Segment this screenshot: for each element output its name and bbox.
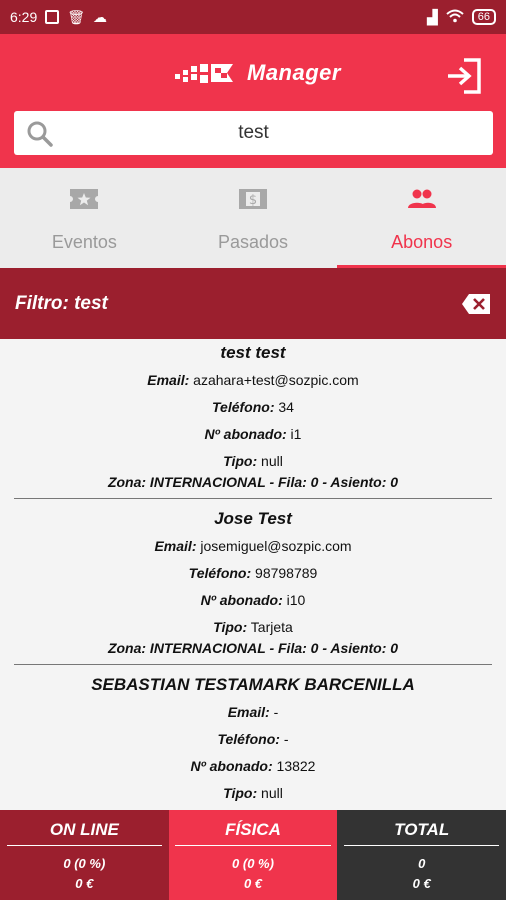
- telefono-value: -: [283, 731, 289, 747]
- list-item[interactable]: Jose Test Email: josemiguel@sozpic.com T…: [14, 499, 492, 665]
- tab-eventos[interactable]: Eventos: [0, 168, 169, 268]
- brand: Manager: [175, 60, 341, 86]
- subscriber-name: Jose Test: [214, 509, 292, 528]
- tab-pasados[interactable]: $ Pasados: [169, 168, 338, 268]
- logout-button[interactable]: [444, 56, 484, 96]
- filter-bar: Filtro: test: [0, 268, 506, 339]
- online-totals: ON LINE 0 (0 %) 0 €: [0, 810, 169, 900]
- subscriber-name: SEBASTIAN TESTAMARK BARCENILLA: [91, 675, 415, 694]
- app-title: Manager: [247, 60, 341, 85]
- svg-text:$: $: [249, 193, 257, 208]
- list-item[interactable]: SEBASTIAN TESTAMARK BARCENILLA Email: - …: [14, 665, 492, 810]
- email-label: Email:: [227, 704, 270, 720]
- telefono-label: Teléfono:: [188, 565, 252, 581]
- total-amount: 0 €: [412, 876, 431, 891]
- wifi-icon: [446, 9, 464, 26]
- email-label: Email:: [154, 538, 197, 554]
- tab-eventos-label: Eventos: [51, 232, 117, 252]
- trash-icon: 🗑: [67, 8, 86, 25]
- zona-info: Zona: INTERNACIONAL - Fila: 0 - Asiento:…: [107, 640, 399, 656]
- abonado-value: i1: [290, 426, 302, 442]
- abonado-value: 13822: [276, 758, 316, 774]
- online-amount: 0 €: [75, 876, 94, 891]
- email-value: -: [273, 704, 279, 720]
- abonado-value: i10: [286, 592, 306, 608]
- search-input[interactable]: [14, 122, 493, 144]
- total-count: 0: [418, 856, 426, 871]
- telefono-label: Teléfono:: [217, 731, 280, 747]
- backspace-clear-icon: [462, 293, 490, 314]
- total-totals: TOTAL 0 0 €: [337, 810, 506, 900]
- telefono-value: 98798789: [255, 565, 318, 581]
- email-value: azahara+test@sozpic.com: [193, 372, 359, 388]
- tipo-value: null: [261, 453, 283, 469]
- search-icon: [27, 121, 53, 147]
- ticket-star-icon: [70, 189, 99, 209]
- totals-footer: ON LINE 0 (0 %) 0 € FÍSICA 0 (0 %) 0 € T…: [0, 810, 506, 900]
- subscriber-name: test test: [220, 343, 286, 362]
- tipo-label: Tipo:: [223, 785, 258, 801]
- notification-one-icon: [45, 10, 60, 24]
- email-label: Email:: [147, 372, 190, 388]
- abonado-label: Nº abonado:: [190, 758, 273, 774]
- tipo-label: Tipo:: [223, 453, 258, 469]
- clear-filter-button[interactable]: [461, 293, 491, 315]
- telefono-value: 34: [278, 399, 294, 415]
- list-item[interactable]: test test Email: azahara+test@sozpic.com…: [14, 339, 492, 499]
- filter-label: Filtro: test: [15, 292, 108, 314]
- zona-info: Zona: INTERNACIONAL - Fila: 0 - Asiento:…: [107, 474, 399, 490]
- fisica-amount: 0 €: [243, 876, 263, 891]
- people-icon: [407, 189, 436, 208]
- battery-icon: 66: [471, 9, 496, 25]
- dollar-ticket-icon: $: [239, 189, 267, 209]
- tipo-label: Tipo:: [213, 619, 248, 635]
- search-bar: [14, 111, 493, 155]
- online-title: ON LINE: [6, 810, 162, 846]
- signal-icon: ▟: [426, 8, 438, 25]
- fisica-totals: FÍSICA 0 (0 %) 0 €: [168, 810, 338, 900]
- tab-abonos[interactable]: Abonos: [337, 168, 506, 268]
- fisica-count: 0 (0 %): [232, 856, 274, 871]
- telefono-label: Teléfono:: [212, 399, 275, 415]
- subscriber-list[interactable]: test test Email: azahara+test@sozpic.com…: [0, 339, 506, 810]
- tab-abonos-label: Abonos: [391, 232, 453, 252]
- tipo-value: null: [261, 785, 283, 801]
- tab-pasados-label: Pasados: [217, 232, 289, 252]
- abonado-label: Nº abonado:: [204, 426, 287, 442]
- email-value: josemiguel@sozpic.com: [200, 538, 352, 554]
- status-time: 6:29: [10, 9, 38, 25]
- cloud-icon: ☁: [93, 8, 108, 25]
- online-count: 0 (0 %): [63, 856, 106, 871]
- total-title: TOTAL: [344, 810, 500, 846]
- tab-bar: Eventos $ Pasados Abonos: [0, 168, 506, 268]
- app-header: Manager: [0, 34, 506, 168]
- checkered-flag-icon: [175, 62, 233, 84]
- fisica-title: FÍSICA: [175, 810, 331, 846]
- status-bar: 6:29 🗑 ☁ ▟ 66: [0, 0, 506, 34]
- logout-icon: [448, 58, 481, 94]
- abonado-label: Nº abonado:: [200, 592, 283, 608]
- tipo-value: Tarjeta: [250, 619, 293, 635]
